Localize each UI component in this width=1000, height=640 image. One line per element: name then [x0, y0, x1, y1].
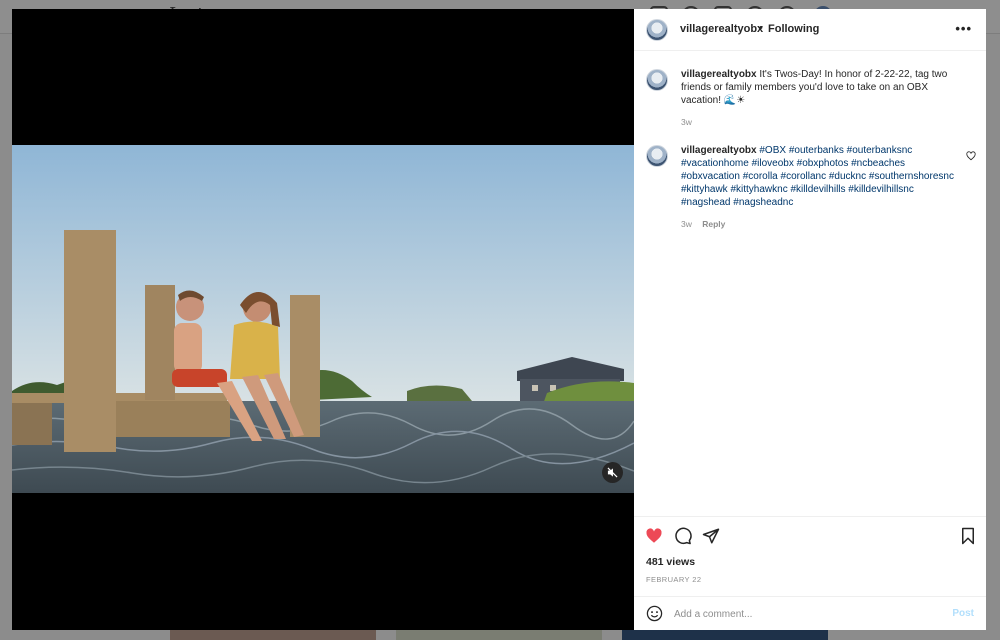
comment-icon[interactable] [674, 527, 692, 545]
comment-text: villagerealtyobx #OBX #outerbanks #outer… [681, 144, 961, 209]
following-button[interactable]: Following [768, 23, 819, 35]
speaker-muted-icon [607, 467, 618, 478]
post-actions: 481 views FEBRUARY 22 [634, 516, 986, 596]
avatar[interactable] [646, 19, 668, 41]
avatar[interactable] [646, 145, 668, 167]
caption-timestamp[interactable]: 3w [681, 117, 692, 127]
share-icon[interactable] [702, 527, 720, 545]
post-username[interactable]: villagerealtyobx [680, 23, 763, 35]
comment-meta: 3w Reply [681, 219, 725, 229]
bookmark-icon[interactable] [959, 527, 977, 545]
avatar[interactable] [646, 69, 668, 91]
comment-username[interactable]: villagerealtyobx [681, 145, 757, 156]
post-sidebar: villagerealtyobx • Following ••• village… [634, 9, 986, 630]
emoji-icon[interactable] [646, 605, 663, 622]
caption-text: villagerealtyobx It's Twos-Day! In honor… [681, 68, 961, 107]
separator-dot: • [759, 22, 763, 34]
heart-icon[interactable] [645, 527, 663, 545]
reply-button[interactable]: Reply [702, 219, 725, 229]
comment-like-icon[interactable] [966, 151, 976, 161]
add-comment-input[interactable] [674, 605, 934, 623]
add-comment-bar: Post [634, 596, 986, 630]
more-options-icon[interactable]: ••• [955, 21, 972, 36]
post-date[interactable]: FEBRUARY 22 [646, 575, 701, 584]
post-header: villagerealtyobx • Following ••• [634, 9, 986, 51]
mute-toggle-button[interactable] [602, 462, 623, 483]
post-media[interactable] [12, 9, 634, 630]
post-comment-button[interactable]: Post [952, 608, 974, 619]
video-frame[interactable] [12, 145, 634, 493]
view-count[interactable]: 481 views [646, 556, 695, 568]
comment-timestamp[interactable]: 3w [681, 219, 692, 229]
caption-username[interactable]: villagerealtyobx [681, 69, 757, 80]
